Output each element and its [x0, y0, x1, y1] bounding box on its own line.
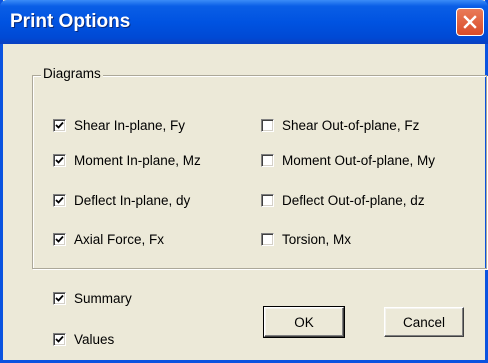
checkbox-label: Deflect Out-of-plane, dz: [282, 192, 425, 208]
checkmark-icon: [55, 121, 64, 129]
checkmark-icon: [55, 294, 64, 302]
checkbox-label: Values: [74, 331, 115, 347]
checkbox-box[interactable]: [261, 232, 274, 246]
checkbox-box[interactable]: [53, 153, 66, 167]
checkbox-deflect-out-of-plane[interactable]: Deflect Out-of-plane, dz: [261, 191, 425, 209]
checkbox-label: Shear In-plane, Fy: [74, 117, 186, 133]
checkbox-box[interactable]: [261, 118, 274, 132]
close-button[interactable]: [456, 8, 484, 36]
checkbox-label: Summary: [74, 290, 132, 306]
diagrams-group-label: Diagrams: [41, 66, 103, 82]
checkbox-box[interactable]: [261, 193, 274, 207]
checkbox-moment-in-plane[interactable]: Moment In-plane, Mz: [53, 151, 201, 169]
checkbox-label: Moment Out-of-plane, My: [282, 152, 436, 168]
checkmark-icon: [55, 235, 64, 243]
checkbox-torsion[interactable]: Torsion, Mx: [261, 230, 351, 248]
checkbox-label: Moment In-plane, Mz: [74, 152, 201, 168]
checkmark-icon: [55, 196, 64, 204]
ok-button[interactable]: OK: [263, 306, 345, 338]
checkmark-icon: [55, 156, 64, 164]
checkbox-box[interactable]: [261, 153, 274, 167]
checkbox-label: Axial Force, Fx: [74, 231, 165, 247]
checkbox-shear-in-plane[interactable]: Shear In-plane, Fy: [53, 116, 185, 134]
dialog-title: Print Options: [10, 11, 131, 32]
checkbox-label: Torsion, Mx: [282, 231, 352, 247]
title-bar[interactable]: Print Options: [0, 0, 488, 44]
checkbox-box[interactable]: [53, 193, 66, 207]
checkbox-label: Deflect In-plane, dy: [74, 192, 191, 208]
checkmark-icon: [55, 335, 64, 343]
checkbox-box[interactable]: [53, 232, 66, 246]
checkbox-moment-out-of-plane[interactable]: Moment Out-of-plane, My: [261, 151, 435, 169]
checkbox-values[interactable]: Values: [53, 330, 114, 348]
checkbox-axial-force[interactable]: Axial Force, Fx: [53, 230, 164, 248]
close-icon: [463, 15, 477, 29]
checkbox-box[interactable]: [53, 291, 66, 305]
cancel-button[interactable]: Cancel: [384, 307, 464, 337]
checkbox-deflect-in-plane[interactable]: Deflect In-plane, dy: [53, 191, 190, 209]
checkbox-box[interactable]: [53, 332, 66, 346]
checkbox-summary[interactable]: Summary: [53, 289, 132, 307]
checkbox-label: Shear Out-of-plane, Fz: [282, 117, 420, 133]
checkbox-box[interactable]: [53, 118, 66, 132]
checkbox-shear-out-of-plane[interactable]: Shear Out-of-plane, Fz: [261, 116, 419, 134]
